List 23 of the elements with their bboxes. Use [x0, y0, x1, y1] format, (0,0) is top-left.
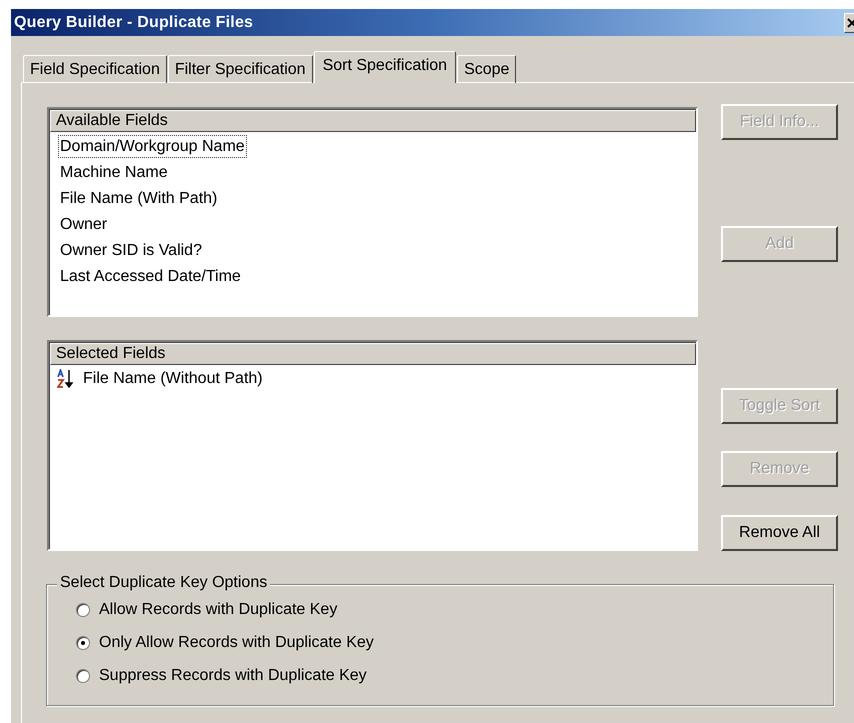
list-item[interactable]: Last Accessed Date/Time: [58, 265, 243, 288]
list-item[interactable]: File Name (With Path): [58, 187, 220, 210]
column-header[interactable]: Selected Fields: [50, 343, 696, 365]
radio-label[interactable]: Suppress Records with Duplicate Key: [99, 667, 367, 685]
list-item[interactable]: Owner SID is Valid?: [58, 239, 204, 262]
tab[interactable]: Filter Specification: [168, 55, 313, 83]
radio-label[interactable]: Allow Records with Duplicate Key: [99, 601, 338, 619]
tab[interactable]: Sort Specification: [314, 51, 456, 83]
column-header[interactable]: Available Fields: [50, 110, 696, 132]
list-item[interactable]: File Name (Without Path): [83, 370, 263, 388]
tab[interactable]: Scope: [457, 55, 516, 83]
window-title: Query Builder - Duplicate Files: [13, 14, 254, 32]
list-item[interactable]: Owner: [58, 213, 110, 236]
radio-label[interactable]: Only Allow Records with Duplicate Key: [99, 634, 374, 652]
radio-button[interactable]: [76, 603, 90, 617]
group-title: Select Duplicate Key Options: [57, 574, 270, 592]
tab[interactable]: Field Specification: [23, 55, 167, 83]
radio-button[interactable]: [76, 636, 90, 650]
radio-button[interactable]: [76, 669, 90, 683]
button[interactable]: Remove All: [721, 515, 838, 551]
close-icon: [847, 18, 854, 28]
list-item[interactable]: Domain/Workgroup Name: [58, 135, 247, 158]
list-item[interactable]: Machine Name: [58, 161, 170, 184]
